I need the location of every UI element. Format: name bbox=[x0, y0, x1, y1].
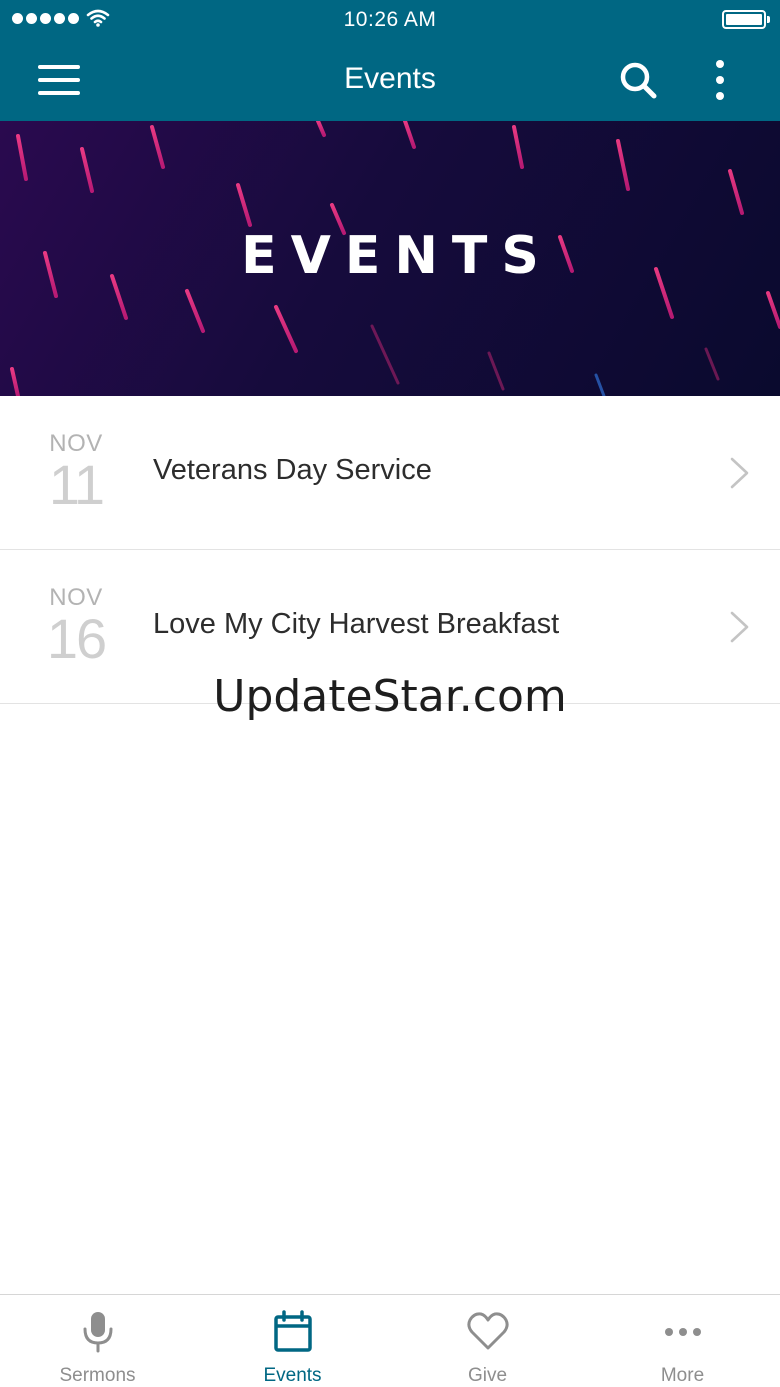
event-day: 11 bbox=[48, 453, 105, 516]
events-banner: EVENTS bbox=[0, 121, 780, 396]
watermark-text: UpdateStar.com bbox=[213, 671, 567, 722]
chevron-right-icon bbox=[730, 457, 749, 489]
event-day: 16 bbox=[46, 607, 107, 670]
tab-more[interactable]: More bbox=[585, 1295, 780, 1387]
event-title: Veterans Day Service bbox=[153, 454, 432, 486]
status-bar: 10:26 AM bbox=[0, 0, 780, 40]
tab-label: Sermons bbox=[59, 1365, 136, 1386]
battery-icon bbox=[722, 10, 770, 29]
tab-give[interactable]: Give bbox=[390, 1295, 585, 1387]
banner-title: EVENTS bbox=[241, 226, 553, 286]
event-title: Love My City Harvest Breakfast bbox=[153, 608, 560, 640]
page-title: Events bbox=[344, 62, 436, 95]
microphone-icon bbox=[83, 1312, 112, 1353]
navigation-bar: Events bbox=[0, 40, 780, 121]
events-list: NOV 11 Veterans Day Service NOV 16 Love … bbox=[0, 396, 780, 704]
tab-bar: Sermons Events Give More bbox=[0, 1294, 780, 1387]
tab-sermons[interactable]: Sermons bbox=[0, 1295, 195, 1387]
ellipsis-icon bbox=[664, 1328, 701, 1336]
tab-label: Give bbox=[467, 1365, 508, 1386]
tab-label: Events bbox=[263, 1365, 322, 1386]
top-bar: 10:26 AM Events bbox=[0, 0, 780, 121]
event-row[interactable]: NOV 11 Veterans Day Service bbox=[0, 396, 780, 550]
search-icon[interactable] bbox=[618, 60, 658, 100]
tab-events[interactable]: Events bbox=[195, 1295, 390, 1387]
more-vertical-icon[interactable] bbox=[706, 58, 734, 102]
chevron-right-icon bbox=[730, 611, 749, 643]
tab-label: More bbox=[660, 1365, 705, 1386]
status-time: 10:26 AM bbox=[343, 8, 437, 31]
heart-icon bbox=[466, 1312, 509, 1350]
calendar-icon bbox=[273, 1310, 312, 1352]
